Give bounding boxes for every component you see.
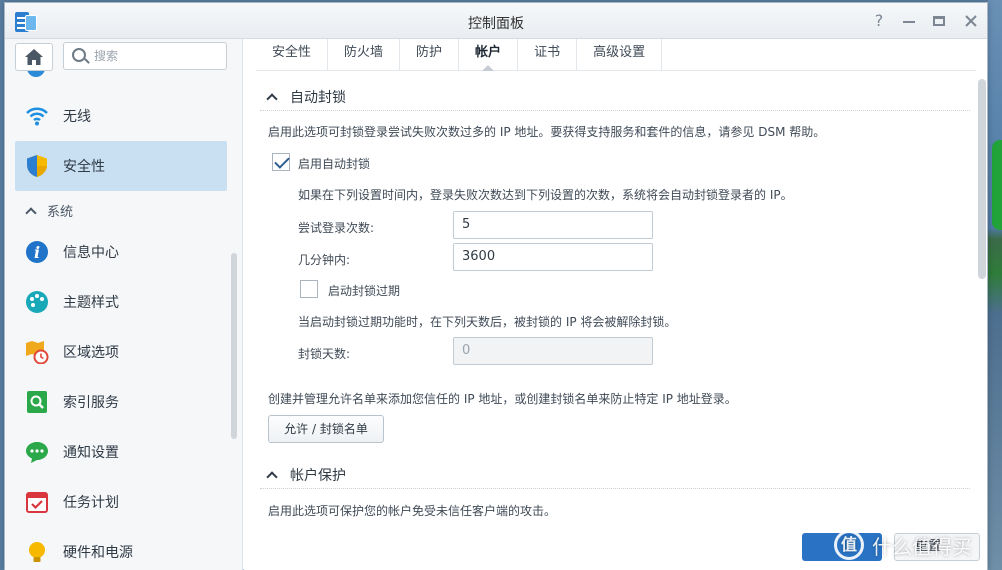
sidebar-item-label: 主题样式	[63, 295, 119, 311]
sidebar-item-label: 通知设置	[63, 445, 119, 461]
sidebar-item-wireless[interactable]: 无线	[15, 91, 227, 141]
sidebar: 无线 安全性 系统 i 信息中心	[5, 39, 243, 570]
bulb-icon	[25, 540, 49, 564]
section-title: 帐户保护	[290, 468, 346, 484]
calendar-icon	[25, 490, 49, 514]
sidebar-item-task-scheduler[interactable]: 任务计划	[15, 477, 227, 527]
sidebar-item-indexing-service[interactable]: 索引服务	[15, 377, 227, 427]
sidebar-item-label: 信息中心	[63, 245, 119, 261]
help-icon[interactable]: ?	[869, 11, 889, 31]
within-minutes-label: 几分钟内:	[298, 253, 351, 267]
index-search-icon	[25, 390, 49, 414]
divider	[260, 110, 970, 111]
tab-bar: 安全性 防火墙 防护 帐户 证书 高级设置	[256, 39, 976, 71]
title-bar: 控制面板 ?	[5, 3, 987, 39]
chevron-up-icon	[266, 93, 278, 105]
auto-block-description: 启用此选项可封锁登录尝试失败次数过多的 IP 地址。要获得支持服务和套件的信息，…	[268, 125, 826, 139]
sidebar-item-label: 无线	[63, 109, 91, 125]
divider	[260, 488, 970, 489]
allow-block-list-button[interactable]: 允许 / 封锁名单	[268, 415, 384, 443]
info-icon: i	[25, 240, 49, 264]
map-clock-icon	[25, 340, 49, 365]
main-panel: 安全性 防火墙 防护 帐户 证书 高级设置 自动封锁 启用此选项可封锁登录尝试失…	[244, 39, 987, 570]
sidebar-item-label: 硬件和电源	[63, 545, 133, 561]
search-input[interactable]	[94, 48, 218, 64]
block-days-label: 封锁天数:	[298, 347, 351, 361]
home-button[interactable]	[15, 43, 53, 71]
control-panel-window: 控制面板 ? 搜索 无线 安全性 系统 i 信息中心 主题样式 区域选项 索引服…	[4, 2, 988, 570]
tab-security[interactable]: 安全性	[256, 39, 329, 70]
maximize-icon[interactable]	[929, 11, 949, 31]
sidebar-section-system[interactable]: 系统	[25, 201, 74, 220]
enable-auto-block-label: 启用自动封锁	[298, 157, 371, 171]
palette-icon	[25, 290, 49, 314]
sidebar-scrollbar[interactable]	[231, 253, 237, 439]
sidebar-item-hardware-power[interactable]: 硬件和电源	[15, 527, 227, 570]
sidebar-item-info-center[interactable]: i 信息中心	[15, 227, 227, 277]
enable-auto-block-checkbox[interactable]	[272, 153, 290, 171]
chat-bubble-icon	[25, 440, 49, 464]
tab-account[interactable]: 帐户	[459, 39, 519, 71]
sidebar-item-label: 索引服务	[63, 395, 119, 411]
enable-block-expiration-label: 启动封锁过期	[328, 284, 401, 298]
main-scrollbar[interactable]	[978, 79, 986, 279]
tab-certificate[interactable]: 证书	[518, 39, 578, 70]
sidebar-item-regional-options[interactable]: 区域选项	[15, 327, 227, 377]
sidebar-item-notification[interactable]: 通知设置	[15, 427, 227, 477]
tab-firewall[interactable]: 防火墙	[328, 39, 401, 70]
auto-block-section-header[interactable]: 自动封锁	[266, 87, 346, 107]
login-attempts-input[interactable]: 5	[453, 211, 653, 239]
svg-text:i: i	[34, 243, 40, 262]
window-title: 控制面板	[468, 16, 524, 32]
watermark-logo: 值	[834, 530, 864, 560]
home-icon	[25, 49, 43, 65]
block-expiration-description: 当启动封锁过期功能时，在下列天数后，被封锁的 IP 将会被解除封锁。	[298, 315, 677, 329]
chevron-up-icon	[266, 471, 278, 483]
sidebar-item-security[interactable]: 安全性	[15, 141, 227, 191]
allow-block-list-description: 创建并管理允许名单来添加您信任的 IP 地址，或创建封锁名单来防止特定 IP 地…	[268, 392, 737, 406]
sidebar-item-label: 区域选项	[63, 345, 119, 361]
section-label: 系统	[47, 205, 74, 220]
tab-protection[interactable]: 防护	[400, 39, 460, 70]
watermark-text: 什么值得买	[872, 534, 972, 559]
search-icon	[72, 48, 86, 62]
account-protection-description: 启用此选项可保护您的帐户免受未信任客户端的攻击。	[268, 504, 557, 518]
search-box[interactable]	[63, 42, 227, 70]
enable-block-expiration-checkbox[interactable]	[300, 280, 318, 298]
account-protection-section-header[interactable]: 帐户保护	[266, 465, 346, 485]
desktop-background	[988, 0, 1002, 570]
chevron-up-icon	[25, 206, 37, 219]
auto-block-rule-description: 如果在下列设置时间内，登录失败次数达到下列设置的次数，系统将会自动封锁登录者的 …	[298, 188, 793, 202]
sidebar-item-label: 安全性	[63, 159, 105, 175]
login-attempts-label: 尝试登录次数:	[298, 221, 375, 235]
section-title: 自动封锁	[290, 90, 346, 106]
watermark: 值 什么值得买	[834, 527, 994, 563]
tab-advanced[interactable]: 高级设置	[577, 39, 663, 70]
close-icon[interactable]	[961, 11, 981, 31]
wifi-icon	[25, 104, 49, 128]
sidebar-item-theme[interactable]: 主题样式	[15, 277, 227, 327]
block-days-input: 0	[453, 337, 653, 365]
shield-icon	[25, 154, 49, 178]
within-minutes-input[interactable]: 3600	[453, 243, 653, 271]
sidebar-item-label: 任务计划	[63, 495, 119, 511]
minimize-icon[interactable]	[899, 11, 919, 31]
